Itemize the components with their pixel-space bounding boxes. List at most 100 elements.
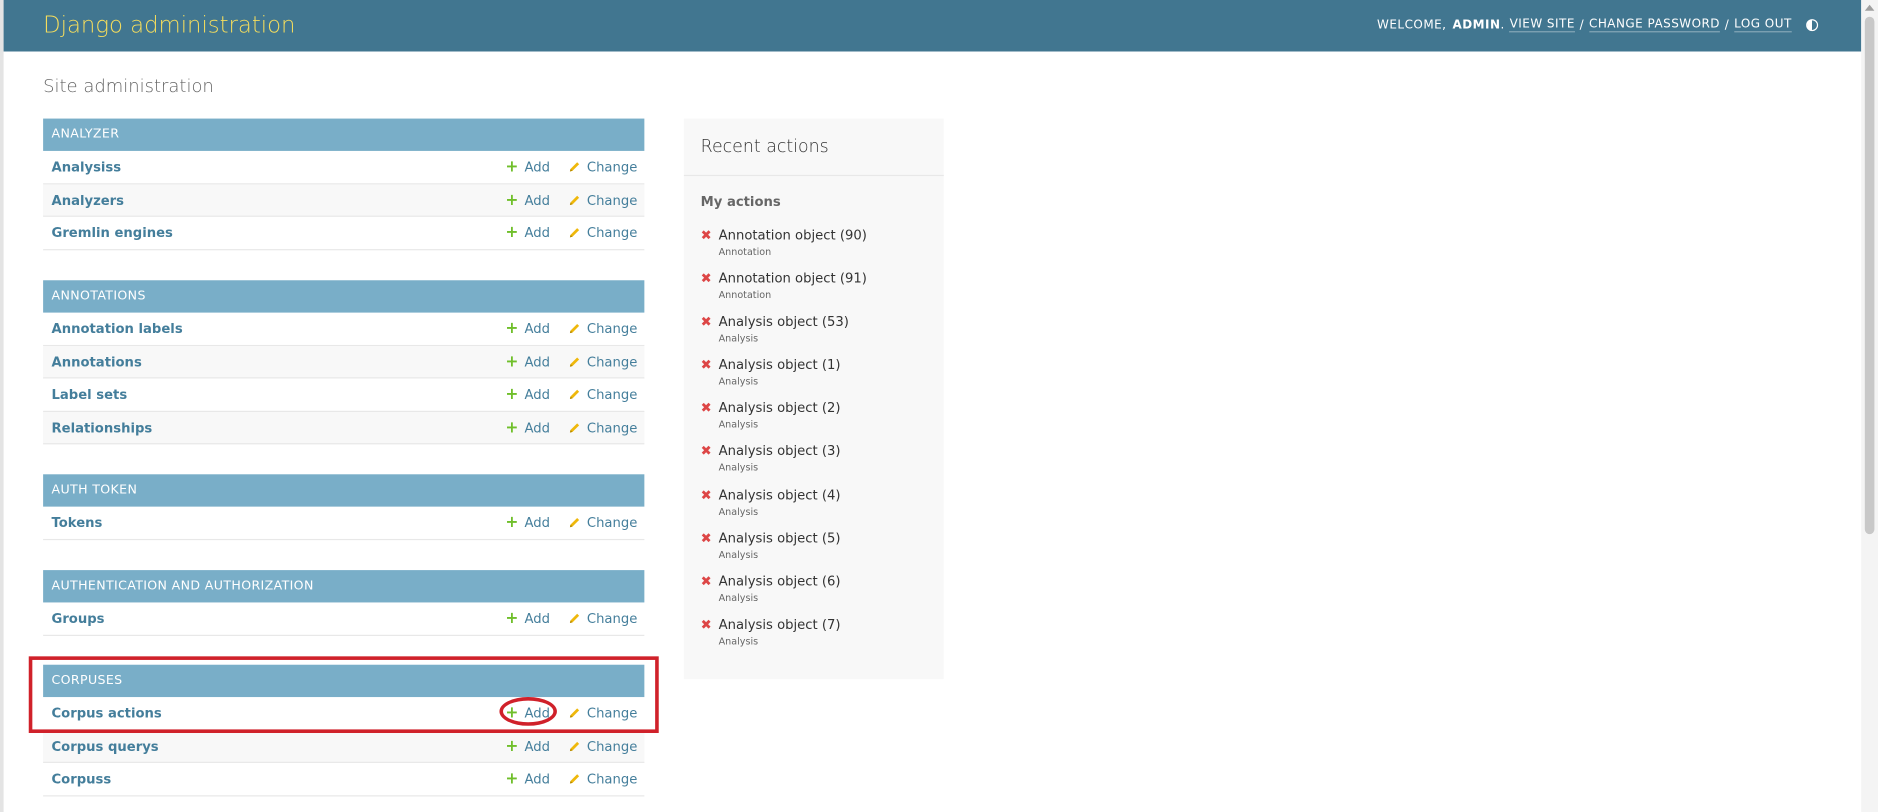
plus-icon: + xyxy=(505,513,519,532)
change-link[interactable]: Change xyxy=(568,387,637,402)
model-row: Label sets + Add Change xyxy=(43,378,645,412)
module-caption[interactable]: CORPUSES xyxy=(43,664,645,698)
username: ADMIN xyxy=(1452,18,1501,32)
action-content-type: Analysis xyxy=(718,462,759,474)
model-link[interactable]: Annotation labels xyxy=(52,321,183,337)
plus-icon: + xyxy=(505,609,519,628)
change-link[interactable]: Change xyxy=(568,419,638,436)
pencil-icon xyxy=(568,773,581,786)
model-row: Analyzers + Add Change xyxy=(43,183,645,217)
change-link[interactable]: Change xyxy=(568,354,637,369)
pencil-icon xyxy=(568,707,581,720)
change-password-link[interactable]: CHANGE PASSWORD xyxy=(1588,18,1721,33)
recent-actions-title: Recent actions xyxy=(700,137,829,157)
model-row: Corpus actions + Add Change xyxy=(43,697,645,730)
change-link[interactable]: Change xyxy=(568,192,637,208)
user-tools: WELCOME, ADMIN. VIEW SITE / CHANGE PASSW… xyxy=(1377,18,1819,33)
add-link[interactable]: + Add xyxy=(505,738,550,754)
change-link[interactable]: Change xyxy=(568,771,637,787)
scroll-thumb[interactable] xyxy=(1864,16,1875,535)
change-link[interactable]: Change xyxy=(568,321,637,337)
model-row: Annotations + Add Change xyxy=(43,345,645,379)
delete-x-icon: ✖ xyxy=(700,227,712,244)
change-label: Change xyxy=(586,159,638,175)
pencil-icon xyxy=(568,226,581,239)
change-label: Change xyxy=(586,738,638,754)
recent-action-item: ✖ Annotation object (91) Annotation xyxy=(701,271,935,314)
recent-action-item: ✖ Analysis object (2) Analysis xyxy=(701,400,935,443)
add-label: Add xyxy=(524,353,550,370)
pencil-icon xyxy=(568,160,581,173)
action-object-label: Analysis object (5) xyxy=(718,530,841,546)
plus-icon: + xyxy=(505,418,519,437)
action-list: ✖ Annotation object (90) Annotation ✖ Annota… xyxy=(701,228,935,660)
vertical-scrollbar[interactable] xyxy=(1861,0,1878,812)
recent-actions-panel: Recent actions My actions ✖ Annotation ob… xyxy=(683,118,944,680)
delete-x-icon: ✖ xyxy=(700,573,712,589)
divider xyxy=(683,174,944,177)
model-link[interactable]: Corpuss xyxy=(52,771,112,787)
model-link[interactable]: Label sets xyxy=(52,387,128,403)
action-object-label: Analysis object (53) xyxy=(718,314,849,330)
view-site-link[interactable]: VIEW SITE xyxy=(1509,18,1575,33)
scroll-up-arrow-icon[interactable] xyxy=(1864,4,1875,11)
add-link[interactable]: + Add xyxy=(505,159,550,175)
app-module-authentication-and-authorization: AUTHENTICATION AND AUTHORIZATION Groups + A… xyxy=(43,570,645,636)
action-object-label: Analysis object (3) xyxy=(718,443,841,460)
model-link[interactable]: Analyzers xyxy=(52,192,125,208)
model-row: Tokens + Add Change xyxy=(43,507,645,540)
model-link[interactable]: Tokens xyxy=(52,515,103,531)
module-caption[interactable]: ANNOTATIONS xyxy=(43,280,645,313)
change-label: Change xyxy=(586,705,638,722)
change-link[interactable]: Change xyxy=(568,515,638,531)
add-link[interactable]: + Add xyxy=(505,771,550,787)
model-row: Groups + Add Change xyxy=(43,602,645,636)
separator: / xyxy=(1724,18,1730,32)
add-link[interactable]: + Add xyxy=(505,192,550,208)
change-label: Change xyxy=(586,419,638,436)
pencil-icon xyxy=(568,322,581,335)
plus-icon: + xyxy=(505,352,519,371)
log-out-link[interactable]: LOG OUT xyxy=(1734,18,1792,33)
add-link[interactable]: + Add xyxy=(505,225,550,241)
add-link[interactable]: + Add xyxy=(505,611,550,627)
add-link[interactable]: + Add xyxy=(505,515,550,531)
add-link[interactable]: + Add xyxy=(505,387,550,403)
model-link[interactable]: Analysiss xyxy=(52,159,122,175)
add-link[interactable]: + Add xyxy=(505,321,550,337)
module-caption[interactable]: AUTH TOKEN xyxy=(43,474,645,507)
model-link[interactable]: Relationships xyxy=(52,420,153,436)
separator: / xyxy=(1579,18,1585,32)
model-link[interactable]: Corpus actions xyxy=(52,705,162,721)
model-link[interactable]: Corpus querys xyxy=(52,738,159,754)
module-caption[interactable]: ANALYZER xyxy=(43,118,645,151)
change-link[interactable]: Change xyxy=(568,225,637,241)
theme-toggle-icon[interactable] xyxy=(1806,19,1819,32)
plus-icon: + xyxy=(505,704,519,723)
change-link[interactable]: Change xyxy=(568,738,638,754)
page-title: Site administration xyxy=(43,75,214,98)
model-link[interactable]: Gremlin engines xyxy=(52,225,173,241)
change-link[interactable]: Change xyxy=(568,611,637,626)
plus-icon: + xyxy=(505,223,519,242)
action-content-type: Annotation xyxy=(718,246,772,258)
welcome-text: WELCOME, xyxy=(1377,18,1447,32)
my-actions-heading: My actions xyxy=(700,194,781,210)
add-link[interactable]: + Add xyxy=(505,705,550,721)
plus-icon: + xyxy=(505,158,519,177)
module-caption[interactable]: AUTHENTICATION AND AUTHORIZATION xyxy=(43,570,645,603)
add-link[interactable]: + Add xyxy=(505,420,550,436)
add-label: Add xyxy=(524,419,550,436)
site-branding-link[interactable]: Django administration xyxy=(43,12,295,38)
change-link[interactable]: Change xyxy=(568,159,638,175)
pencil-icon xyxy=(568,740,581,753)
recent-action-item: ✖ Analysis object (1) Analysis xyxy=(701,357,935,400)
delete-x-icon: ✖ xyxy=(700,616,712,633)
model-link[interactable]: Annotations xyxy=(52,354,142,370)
pencil-icon xyxy=(568,516,581,529)
model-link[interactable]: Groups xyxy=(52,611,105,627)
add-link[interactable]: + Add xyxy=(505,354,550,370)
change-link[interactable]: Change xyxy=(568,705,638,722)
pencil-icon xyxy=(568,193,581,206)
change-label: Change xyxy=(586,515,638,531)
